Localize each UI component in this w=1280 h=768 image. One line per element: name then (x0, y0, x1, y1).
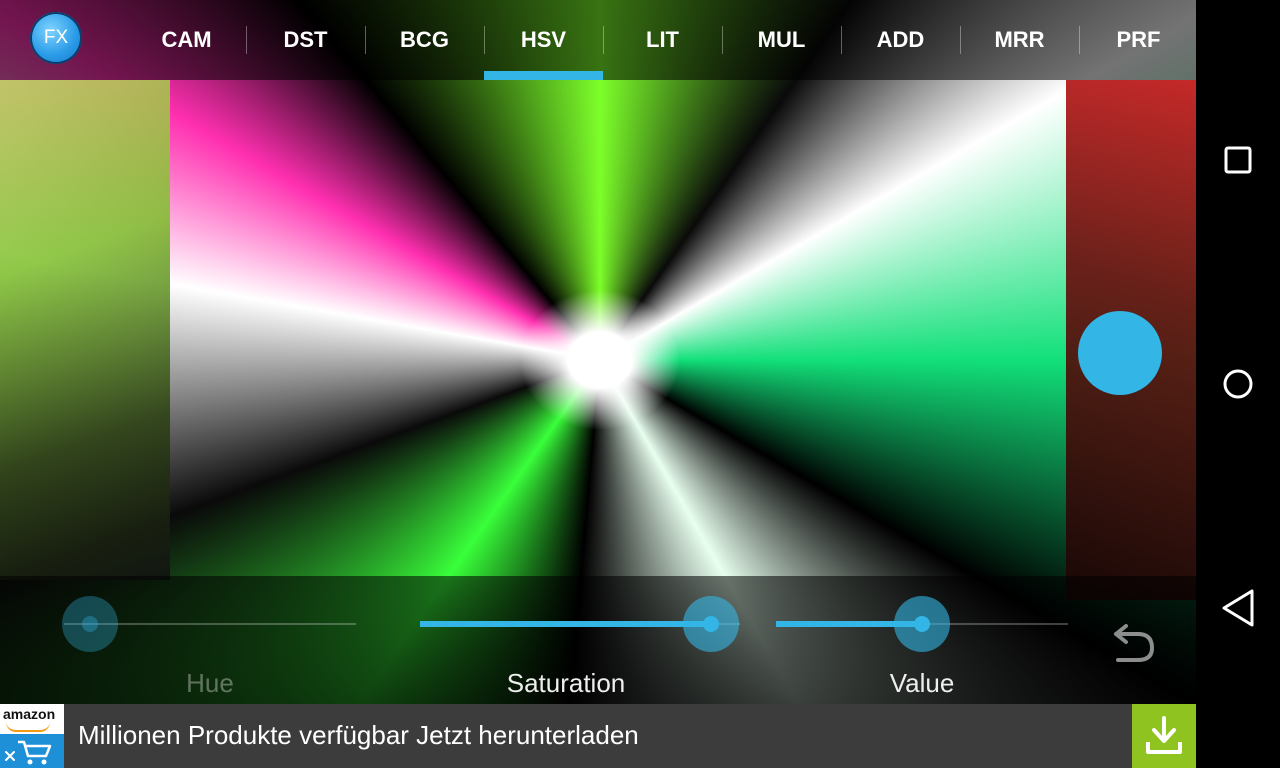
app-logo-icon[interactable]: FX (30, 12, 82, 64)
saturation-slider-fill (420, 621, 712, 627)
tab-mrr[interactable]: MRR (960, 0, 1079, 80)
hue-label: Hue (186, 668, 234, 698)
tab-add[interactable]: ADD (841, 0, 960, 80)
logo-text: FX (43, 27, 69, 48)
saturation-label: Saturation (506, 668, 626, 698)
capture-button[interactable] (1078, 311, 1162, 395)
saturation-slider[interactable] (420, 576, 740, 652)
ad-banner[interactable]: amazon Millionen Produkte verfügbar Jetz… (0, 704, 1196, 768)
value-slider-thumb[interactable] (894, 596, 950, 652)
saturation-slider-thumb[interactable] (683, 596, 740, 652)
circle-icon[interactable] (1216, 362, 1260, 406)
tab-prf[interactable]: PRF (1079, 0, 1196, 80)
value-slider[interactable] (776, 576, 1068, 652)
hue-slider-thumb[interactable] (62, 596, 119, 652)
hsv-controls-panel: Hue Saturation Value (0, 576, 1196, 704)
ad-brand-text: amazon (3, 706, 56, 722)
value-label: Value (889, 668, 955, 698)
shopping-cart-icon (0, 734, 64, 768)
square-icon[interactable] (1216, 138, 1260, 182)
amazon-smile-icon (6, 722, 50, 732)
triangle-back-icon[interactable] (1216, 586, 1260, 630)
tab-cam[interactable]: CAM (127, 0, 246, 80)
ad-text[interactable]: Millionen Produkte verfügbar Jetzt herun… (78, 720, 639, 751)
download-icon[interactable] (1132, 704, 1196, 768)
tab-dst[interactable]: DST (246, 0, 365, 80)
effects-tab-bar: FX CAM DST BCG HSV LIT MUL ADD MRR PRF (0, 0, 1196, 80)
app-stage: FX CAM DST BCG HSV LIT MUL ADD MRR PRF H… (0, 0, 1196, 768)
tab-hsv[interactable]: HSV (484, 0, 603, 80)
tab-mul[interactable]: MUL (722, 0, 841, 80)
tab-lit[interactable]: LIT (603, 0, 722, 80)
system-navigation-bar (1196, 0, 1280, 768)
amazon-logo: amazon (0, 704, 64, 768)
tab-bcg[interactable]: BCG (365, 0, 484, 80)
hue-slider[interactable] (62, 576, 356, 652)
undo-arrow-icon[interactable] (1108, 624, 1158, 664)
tab-list: CAM DST BCG HSV LIT MUL ADD MRR PRF (127, 0, 1196, 80)
camera-preview-left-foliage (0, 80, 170, 580)
